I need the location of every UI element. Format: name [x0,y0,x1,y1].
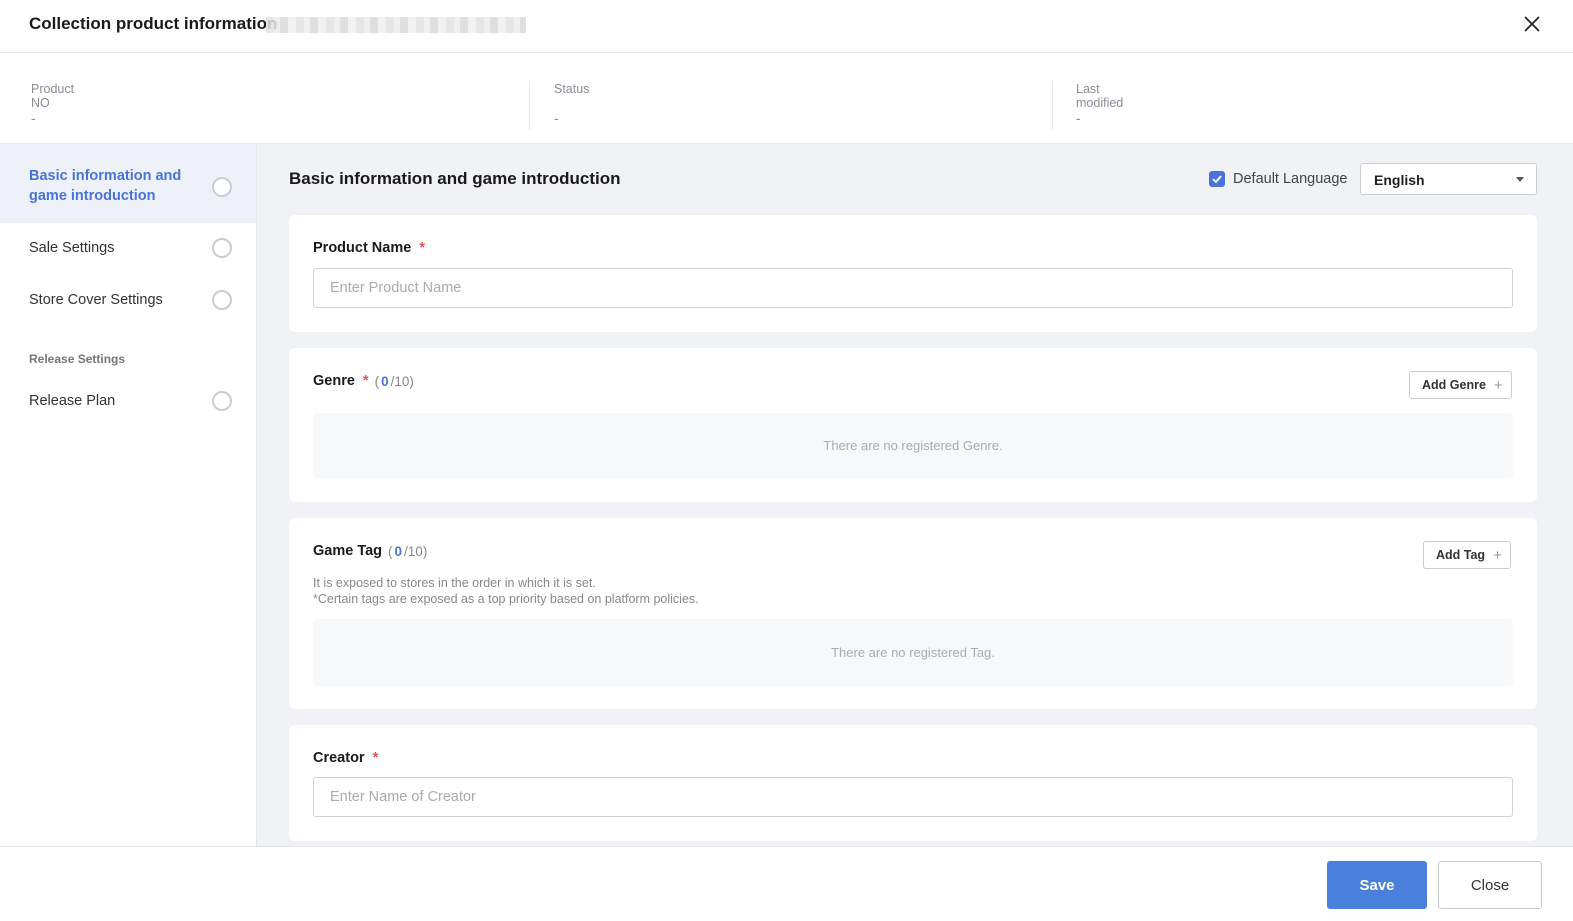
caret-down-icon [1516,177,1524,182]
redacted-product-name [266,17,526,33]
genre-label: Genre * (0/10) [313,373,414,389]
product-name-card: Product Name * [289,215,1537,332]
dialog-title: Collection product information [29,14,278,33]
product-name-label: Product Name * [313,240,425,256]
add-tag-button[interactable]: Add Tag + [1423,541,1511,569]
required-marker: * [419,240,425,256]
creator-input[interactable] [313,777,1513,817]
product-summary-row: Product NO - Status - Last modified - [0,53,1573,144]
add-tag-label: Add Tag [1436,548,1486,562]
language-select[interactable]: English [1360,163,1537,195]
sidebar-item-release-plan[interactable]: Release Plan [0,376,256,428]
genre-card: Genre * (0/10) Add Genre + There are no … [289,348,1537,502]
field-label-text: Product Name [313,240,412,256]
field-label-text: Creator [313,750,365,766]
divider [1052,82,1053,130]
genre-empty-state: There are no registered Genre. [313,413,1513,478]
product-no-label: Product NO [31,82,75,110]
sidebar: Basic information and game introduction … [0,144,257,846]
product-no-value: - [31,110,36,126]
sidebar-item-basic-information[interactable]: Basic information and game introduction [0,144,256,223]
dialog-header: Collection product information [0,0,1573,53]
plus-icon: + [1493,376,1503,394]
sidebar-section-title: Release Settings [29,352,126,366]
sidebar-item-label: Basic information and game introduction [29,168,182,204]
checkbox-checked-icon [1209,171,1225,187]
sidebar-item-label: Sale Settings [29,240,115,256]
close-icon[interactable] [1518,10,1546,38]
add-genre-button[interactable]: Add Genre + [1409,371,1512,399]
sidebar-item-label: Store Cover Settings [29,292,163,308]
plus-icon: + [1493,546,1502,564]
field-label-text: Genre [313,373,355,389]
step-status-circle-icon [212,177,232,197]
field-label-text: Game Tag [313,543,383,559]
product-name-input[interactable] [313,268,1513,308]
game-tag-description-2: *Certain tags are exposed as a top prior… [313,592,699,606]
main-content: Basic information and game introduction … [257,144,1573,846]
game-tag-description-1: It is exposed to stores in the order in … [313,576,596,590]
close-button[interactable]: Close [1438,861,1542,909]
status-value: - [554,110,559,126]
save-button[interactable]: Save [1327,861,1427,909]
add-genre-label: Add Genre [1422,378,1486,392]
dialog-footer: Save Close [0,846,1573,921]
game-tag-empty-state: There are no registered Tag. [313,619,1513,686]
step-status-circle-icon [212,391,232,411]
sidebar-item-store-cover-settings[interactable]: Store Cover Settings [0,275,256,327]
default-language-checkbox[interactable]: Default Language [1209,171,1348,187]
creator-label: Creator * [313,750,378,766]
genre-count: (0/10) [374,373,414,389]
game-tag-label: Game Tag (0/10) [313,543,427,559]
section-title: Basic information and game introduction [289,169,621,188]
last-modified-value: - [1076,110,1081,126]
divider [529,82,530,130]
game-tag-count: (0/10) [388,543,428,559]
default-language-label: Default Language [1233,171,1348,187]
creator-card: Creator * [289,725,1537,841]
game-tag-card: Game Tag (0/10) Add Tag + It is exposed … [289,518,1537,709]
step-status-circle-icon [212,238,232,258]
step-status-circle-icon [212,290,232,310]
required-marker: * [362,373,369,389]
sidebar-item-sale-settings[interactable]: Sale Settings [0,223,256,275]
status-label: Status [554,82,590,96]
sidebar-item-label: Release Plan [29,393,116,409]
required-marker: * [372,750,379,766]
language-selected-value: English [1374,172,1425,188]
last-modified-label: Last modified [1076,82,1124,110]
